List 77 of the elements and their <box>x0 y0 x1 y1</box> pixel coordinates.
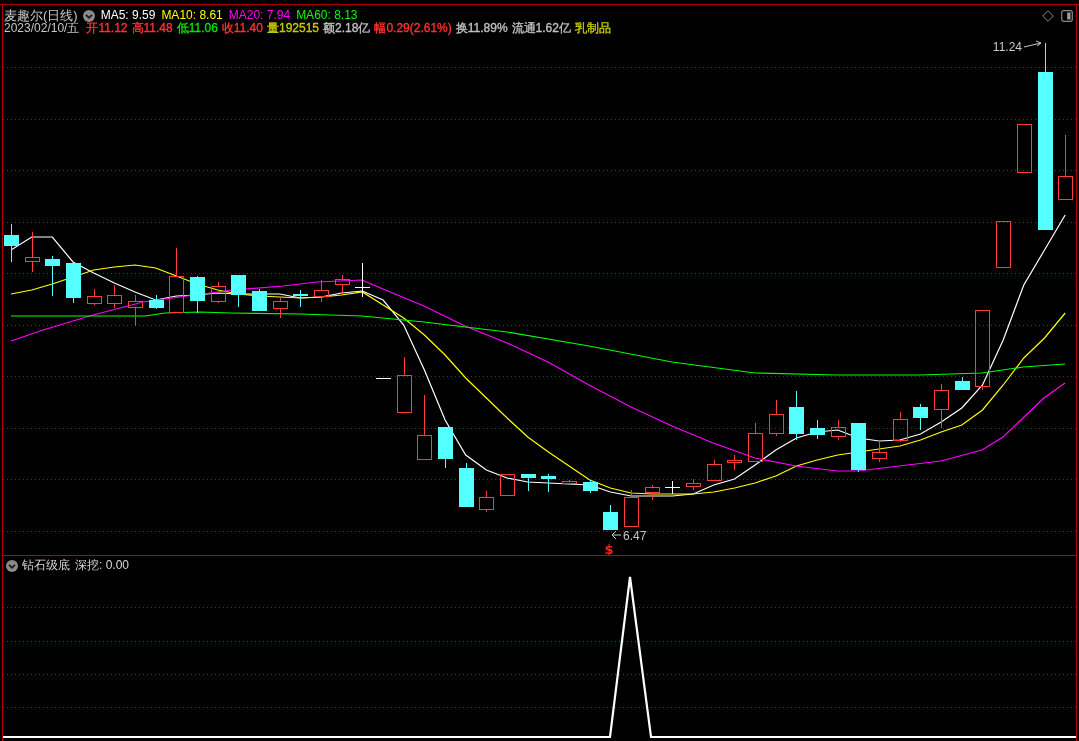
quote-value: 低11.06 <box>176 22 218 35</box>
candlestick <box>190 275 205 314</box>
quote-value: 额2.18亿 <box>323 22 371 35</box>
quote-value: 量192515 <box>266 22 319 35</box>
candlestick <box>727 454 742 471</box>
candlestick <box>25 231 40 273</box>
candlestick <box>293 289 308 308</box>
candlestick <box>624 489 639 527</box>
candlestick <box>521 474 536 492</box>
candlestick <box>479 490 494 513</box>
quote-value: 高11.48 <box>131 22 173 35</box>
candlestick <box>45 255 60 297</box>
candlestick <box>748 422 763 462</box>
candlestick <box>583 479 598 494</box>
chart-title: 麦趣尔(日线) <box>4 9 78 22</box>
candlestick <box>459 462 474 507</box>
candlestick <box>541 473 556 493</box>
candlestick <box>562 479 577 486</box>
leader-arrow <box>611 530 622 540</box>
candlestick <box>686 478 701 491</box>
candlestick <box>934 383 949 429</box>
candlestick <box>4 223 19 263</box>
candlestick <box>87 288 102 306</box>
collapse-icon[interactable] <box>6 559 18 572</box>
quote-value: 开11.12 <box>86 22 128 35</box>
candlestick <box>231 275 246 308</box>
leader-arrow <box>1023 40 1042 48</box>
high-price-label: 11.24 <box>992 40 1022 54</box>
quote-date: 2023/02/10/五 <box>4 22 80 35</box>
candlestick <box>211 281 226 304</box>
moving-average-value: MA10: 8.61 <box>161 9 223 22</box>
candlestick <box>354 262 371 298</box>
candlestick <box>707 459 722 481</box>
candlestick <box>66 263 81 304</box>
candlestick <box>996 221 1011 268</box>
candlestick <box>913 403 928 431</box>
indicator-name: 钻石级底 <box>22 559 70 572</box>
candlestick <box>645 484 660 501</box>
candlestick <box>893 411 908 443</box>
moving-average-value: MA5: 9.59 <box>100 9 156 22</box>
candlestick <box>603 504 618 530</box>
candlestick <box>417 394 432 460</box>
candlestick <box>831 419 846 441</box>
indicator-value: 深挖: 0.00 <box>75 559 130 572</box>
collapse-icon[interactable] <box>82 9 95 22</box>
diamond-icon[interactable] <box>1042 9 1054 22</box>
candlestick <box>769 399 784 437</box>
moving-average-value: MA20: 7.94 <box>228 9 291 22</box>
quote-value: 流通1.62亿 <box>511 22 571 35</box>
quote-value: 幅0.29(2.61%) <box>374 22 452 35</box>
candlestick <box>955 376 970 390</box>
candlestick <box>810 419 825 440</box>
candlestick <box>664 480 681 495</box>
quote-value: 换11.89% <box>455 22 508 35</box>
candlestick <box>169 247 184 313</box>
candlestick <box>872 439 887 463</box>
candlestick <box>1017 124 1032 173</box>
candlestick <box>851 423 866 473</box>
candlestick <box>397 356 412 413</box>
low-price-label: 6.47 <box>623 529 647 543</box>
candlestick <box>314 279 329 303</box>
candlestick <box>438 427 453 469</box>
candlestick <box>500 474 515 496</box>
candlestick <box>789 390 804 441</box>
quote-value: 乳制品 <box>574 22 611 35</box>
signal-mark: $ <box>604 542 614 555</box>
panel-toggle-icon[interactable] <box>1061 9 1073 22</box>
candlestick <box>1058 134 1073 200</box>
candlestick <box>107 284 122 309</box>
candlestick <box>149 294 164 310</box>
candlestick <box>335 274 350 295</box>
moving-average-value: MA60: 8.13 <box>296 9 358 22</box>
candlestick <box>252 288 267 311</box>
candlestick <box>128 294 143 327</box>
candlestick <box>273 296 288 319</box>
candlestick <box>375 378 392 379</box>
quote-value: 收11.40 <box>221 22 263 35</box>
